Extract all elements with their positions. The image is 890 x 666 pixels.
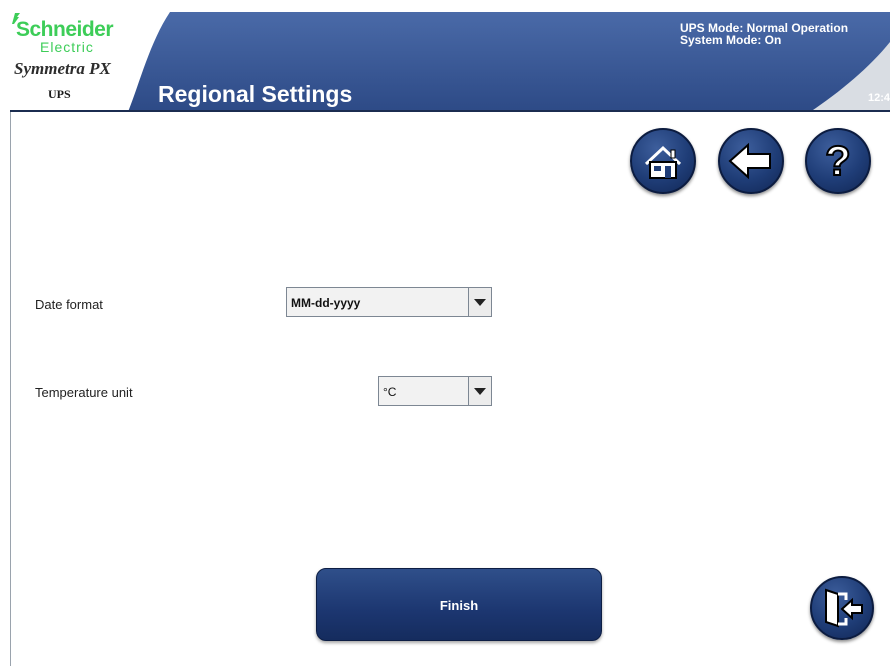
date-format-dropdown-toggle[interactable] <box>468 288 491 316</box>
arrow-left-icon <box>728 142 771 180</box>
temperature-unit-dropdown-toggle[interactable] <box>468 377 491 405</box>
exit-button[interactable] <box>810 576 874 640</box>
chevron-down-icon <box>474 299 486 306</box>
header-bar: Schneider Electric Symmetra PX UPS Regio… <box>10 12 890 112</box>
temperature-unit-value: °C <box>383 385 397 399</box>
status-text: UPS Mode: Normal Operation System Mode: … <box>680 22 890 46</box>
product-name: Symmetra PX <box>14 59 111 78</box>
temperature-unit-select[interactable]: °C <box>378 376 492 406</box>
finish-button-label: Finish <box>439 598 479 613</box>
page-title: Regional Settings <box>158 81 353 107</box>
clock: 12:4 <box>867 92 890 104</box>
product-type: UPS <box>48 87 71 101</box>
date-format-select[interactable]: MM-dd-yyyy <box>286 287 492 317</box>
system-mode-status: System Mode: On <box>680 33 782 47</box>
chevron-down-icon <box>474 388 486 395</box>
finish-button[interactable]: Finish <box>316 568 602 641</box>
date-format-value: MM-dd-yyyy <box>291 296 361 310</box>
help-glyph: ? <box>825 137 851 184</box>
home-icon <box>644 145 682 179</box>
back-button[interactable] <box>718 128 784 194</box>
brand-subname: Electric <box>40 39 94 55</box>
home-button[interactable] <box>630 128 696 194</box>
date-format-label: Date format <box>35 297 103 312</box>
exit-door-icon <box>825 588 863 628</box>
question-mark-icon: ? <box>824 136 852 185</box>
schneider-logo-icon <box>12 13 20 24</box>
frame-border <box>10 110 11 666</box>
app-window: Schneider Electric Symmetra PX UPS Regio… <box>0 0 890 666</box>
temperature-unit-label: Temperature unit <box>35 385 133 400</box>
help-button[interactable]: ? <box>805 128 871 194</box>
